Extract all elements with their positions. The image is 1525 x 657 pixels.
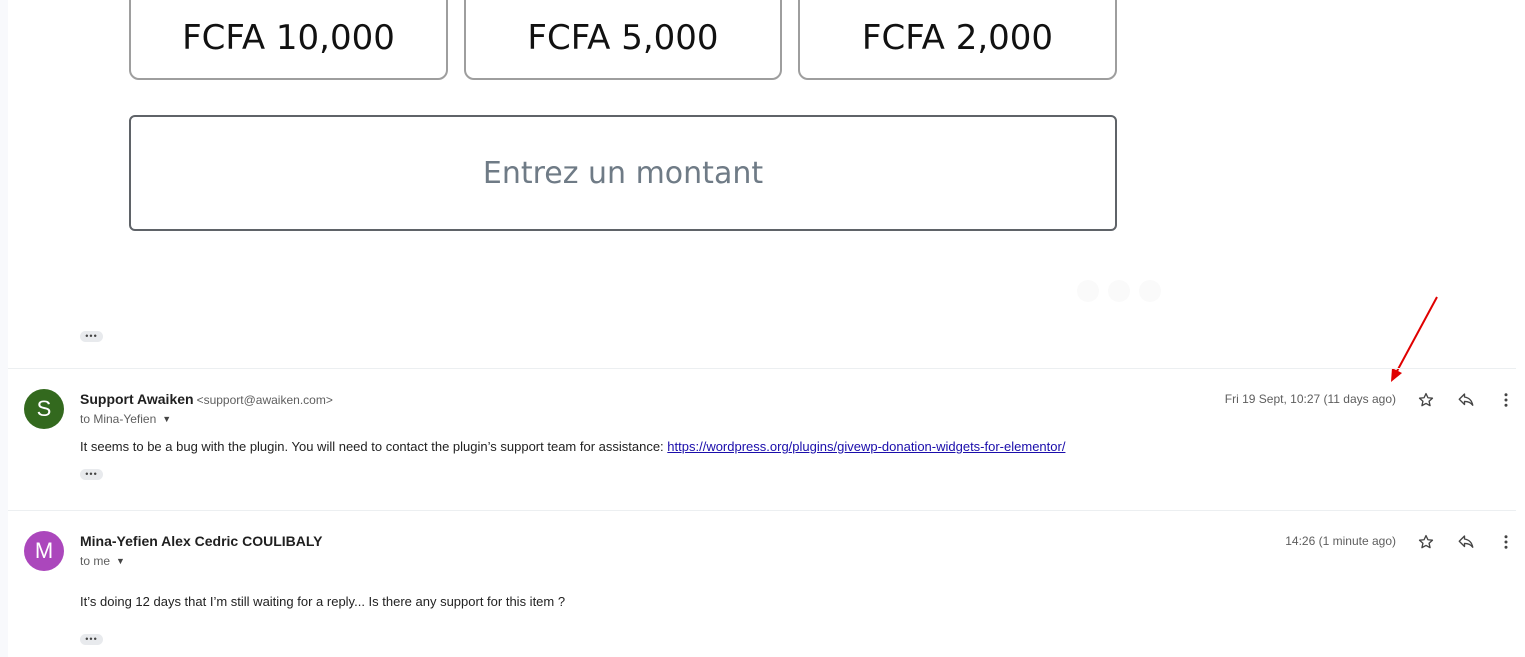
message-divider [8, 368, 1516, 369]
annotation-arrow-icon [1391, 296, 1438, 382]
message-divider [8, 510, 1516, 511]
reply-icon[interactable] [1454, 530, 1478, 554]
more-vert-icon[interactable] [1494, 388, 1518, 412]
amount-option-10000[interactable]: FCFA 10,000 [129, 0, 448, 80]
avatar[interactable]: M [24, 531, 64, 571]
star-icon[interactable] [1414, 388, 1438, 412]
message-timestamp: Fri 19 Sept, 10:27 (11 days ago) [1224, 392, 1396, 406]
star-icon[interactable] [1414, 530, 1438, 554]
message-sender: Support Awaiken <support@awaiken.com> [80, 391, 333, 407]
recipient-label: to me [80, 554, 111, 568]
avatar[interactable]: S [24, 389, 64, 429]
recipient-label: to Mina-Yefien [80, 412, 157, 426]
recipient-details-button[interactable]: to Mina-Yefien ▼ [80, 412, 171, 426]
left-edge-strip [0, 0, 8, 657]
chevron-down-icon: ▼ [162, 414, 172, 424]
sender-email: <support@awaiken.com> [196, 393, 333, 407]
recipient-details-button[interactable]: to me ▼ [80, 554, 125, 568]
amount-option-2000[interactable]: FCFA 2,000 [798, 0, 1117, 80]
faint-dots-decoration [1077, 280, 1161, 302]
show-trimmed-content-button[interactable]: ••• [80, 634, 103, 645]
more-vert-icon[interactable] [1494, 530, 1518, 554]
chevron-down-icon: ▼ [116, 556, 125, 566]
sender-name[interactable]: Mina-Yefien Alex Cedric COULIBALY [80, 533, 322, 549]
message-sender: Mina-Yefien Alex Cedric COULIBALY [80, 533, 322, 549]
sender-name[interactable]: Support Awaiken [80, 391, 194, 407]
message-body: It seems to be a bug with the plugin. Yo… [80, 439, 1065, 454]
show-trimmed-content-button[interactable]: ••• [80, 331, 103, 342]
plugin-link[interactable]: https://wordpress.org/plugins/givewp-don… [667, 439, 1065, 454]
reply-icon[interactable] [1454, 388, 1478, 412]
show-trimmed-content-button[interactable]: ••• [80, 469, 103, 480]
message-body-text: It seems to be a bug with the plugin. Yo… [80, 439, 668, 454]
message-timestamp: 14:26 (1 minute ago) [1285, 534, 1396, 548]
amount-option-5000[interactable]: FCFA 5,000 [464, 0, 782, 80]
message-body-text: It’s doing 12 days that I’m still waitin… [80, 594, 566, 609]
custom-amount-input[interactable]: Entrez un montant [129, 115, 1117, 231]
